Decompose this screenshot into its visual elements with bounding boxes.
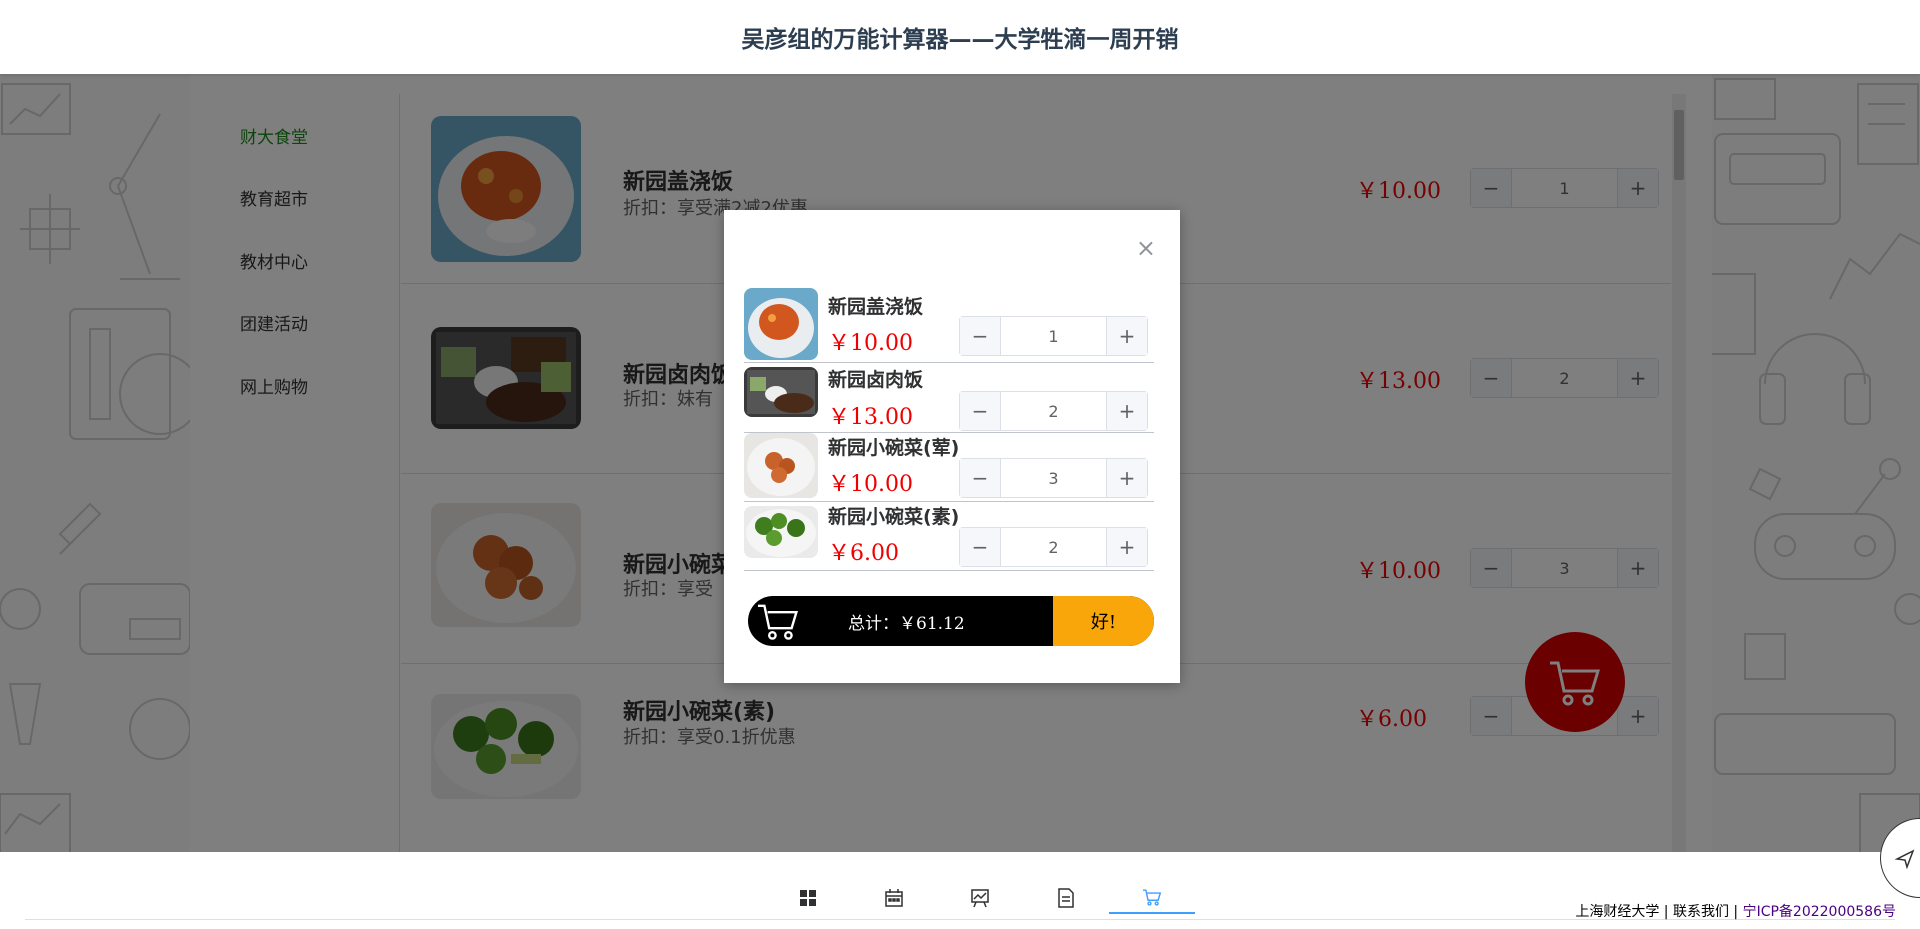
quantity-input[interactable] [1001,392,1106,430]
decrement-button[interactable]: − [960,459,1001,497]
cart-item: 新园小碗菜(荤) ￥10.00 − + [744,433,1154,502]
broccoli-image [744,506,818,558]
app-header: 吴彦组的万能计算器——大学牲滴一周开销 [0,0,1920,74]
cart-item-name: 新园盖浇饭 [828,296,924,318]
school-link[interactable]: 上海财经大学 [1575,904,1659,920]
quantity-stepper: − + [959,391,1148,431]
meat-dish-image [744,433,818,498]
decrement-button[interactable]: − [960,392,1001,430]
footer-links: 上海财经大学 | 联系我们 | 宁ICP备2022000586号 [1575,901,1896,921]
cart-item-price: ￥10.00 [828,472,913,497]
icp-link[interactable]: 宁ICP备2022000586号 [1743,904,1896,920]
tab-document[interactable] [1023,882,1109,914]
increment-button[interactable]: + [1106,459,1147,497]
grid-icon [800,890,816,906]
tab-cart[interactable] [1109,882,1195,914]
cart-total: 总计：￥61.12 [848,613,965,634]
rice-dish-image [744,288,818,360]
document-icon [1058,888,1074,908]
quantity-stepper: − + [959,527,1148,567]
decrement-button[interactable]: − [960,317,1001,355]
cart-icon [748,596,808,646]
tab-grid[interactable] [765,882,851,914]
separator: | [1659,904,1673,920]
increment-button[interactable]: + [1106,392,1147,430]
cart-item-price: ￥6.00 [828,541,899,566]
separator: | [1728,904,1743,920]
cart-dialog: × 新园盖浇饭 ￥10.00 − + 新园卤肉饭 ￥13.00 − + 新园小碗… [724,210,1180,683]
calendar-icon [885,889,903,907]
confirm-button[interactable]: 好! [1053,596,1154,646]
tab-chart[interactable] [937,882,1023,914]
decrement-button[interactable]: − [960,528,1001,566]
quantity-input[interactable] [1001,317,1106,355]
cart-item-price: ￥10.00 [828,331,913,356]
cart-item-name: 新园卤肉饭 [828,369,924,391]
increment-button[interactable]: + [1106,528,1147,566]
quantity-stepper: − + [959,458,1148,498]
contact-link[interactable]: 联系我们 [1673,904,1729,920]
cart-item-price: ￥13.00 [828,405,913,430]
cart-icon [1143,889,1162,906]
footer: 上海财经大学 | 联系我们 | 宁ICP备2022000586号 [0,852,1920,929]
quantity-input[interactable] [1001,459,1106,497]
arrow-icon [1895,849,1915,869]
chart-icon [971,889,989,908]
quantity-input[interactable] [1001,528,1106,566]
cart-item-name: 新园小碗菜(荤) [828,437,960,459]
cart-summary-bar: 总计：￥61.12 好! [748,596,1154,646]
cart-item: 新园卤肉饭 ￥13.00 − + [744,363,1154,433]
braised-pork-image [744,367,818,417]
page-title: 吴彦组的万能计算器——大学牲滴一周开销 [741,27,1179,53]
close-icon[interactable]: × [1136,236,1156,260]
cart-item: 新园盖浇饭 ￥10.00 − + [744,288,1154,363]
increment-button[interactable]: + [1106,317,1147,355]
tab-calendar[interactable] [851,882,937,914]
quantity-stepper: − + [959,316,1148,356]
cart-item: 新园小碗菜(素) ￥6.00 − + [744,502,1154,571]
bottom-tabs [765,882,1195,914]
cart-item-name: 新园小碗菜(素) [828,506,960,528]
